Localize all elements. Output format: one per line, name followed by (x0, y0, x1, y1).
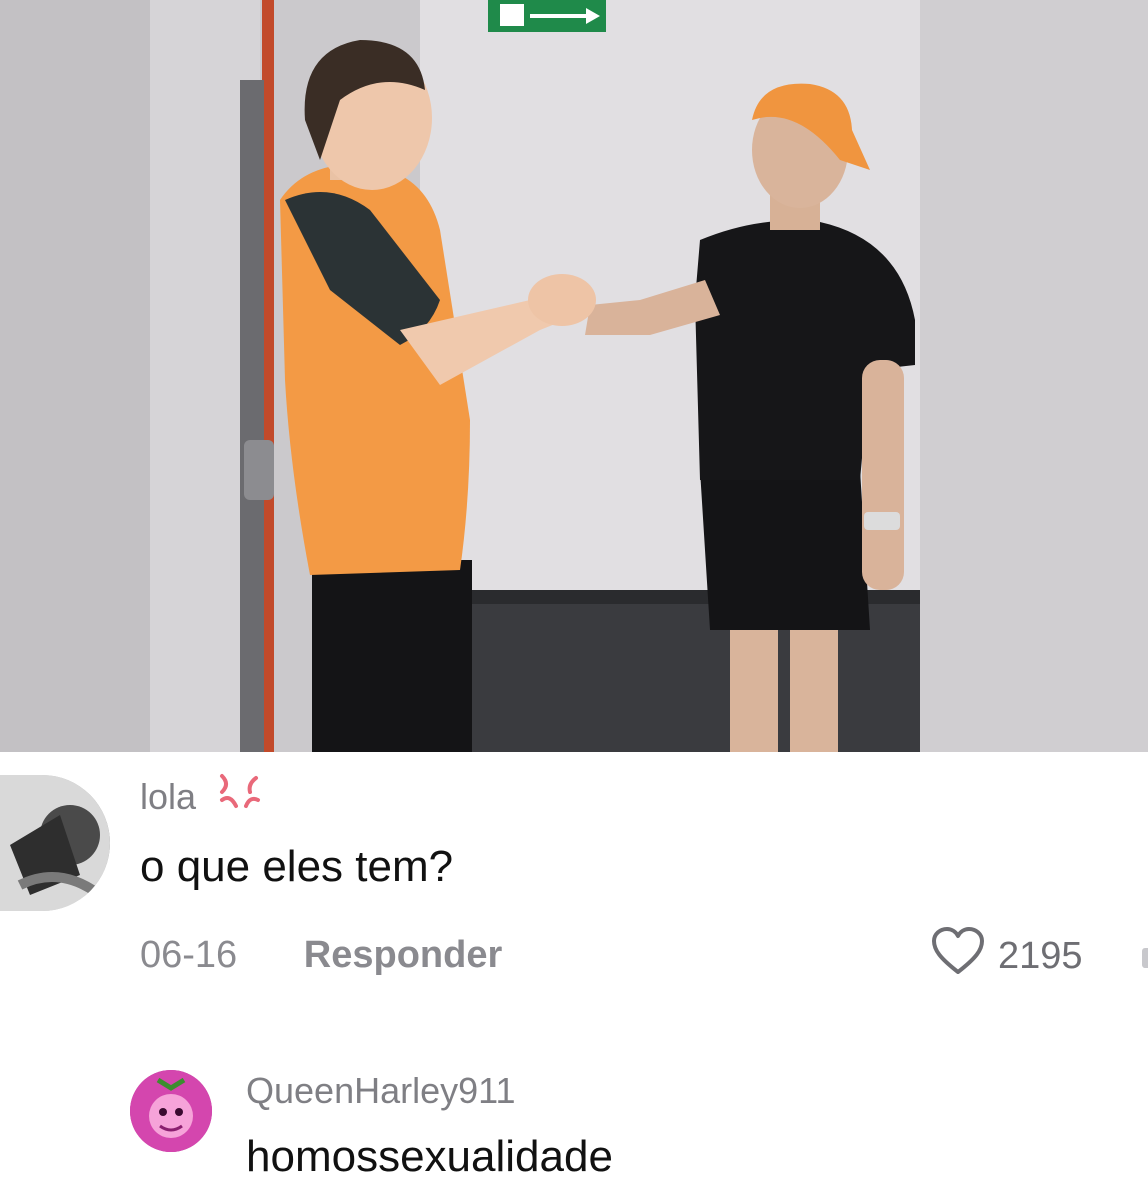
username-text: lola (140, 776, 197, 818)
comment-meta: 06-16 Responder (140, 934, 502, 977)
comment-text: homossexualidade (246, 1132, 613, 1181)
more-options-icon[interactable] (1142, 948, 1148, 968)
avatar[interactable] (0, 775, 110, 911)
like-button[interactable]: 2195 (930, 927, 1083, 982)
comment-username[interactable]: lola (140, 774, 266, 823)
photo-illustration (0, 0, 1148, 752)
comment-date: 06-16 (140, 934, 238, 976)
reply-button[interactable]: Responder (304, 934, 502, 977)
exit-sign (488, 0, 606, 32)
video-frame[interactable] (0, 0, 1148, 752)
anger-symbol-icon (216, 770, 266, 823)
like-count: 2195 (998, 934, 1083, 977)
avatar[interactable] (130, 1070, 212, 1152)
heart-icon (930, 926, 986, 986)
comment-username[interactable]: QueenHarley911 (246, 1070, 516, 1112)
comment-item: lola o que eles tem? 06-16 Responder 219… (0, 752, 1148, 1002)
comment-text: o que eles tem? (140, 842, 454, 891)
comment-item: QueenHarley911 homossexualidade (0, 1050, 1148, 1200)
